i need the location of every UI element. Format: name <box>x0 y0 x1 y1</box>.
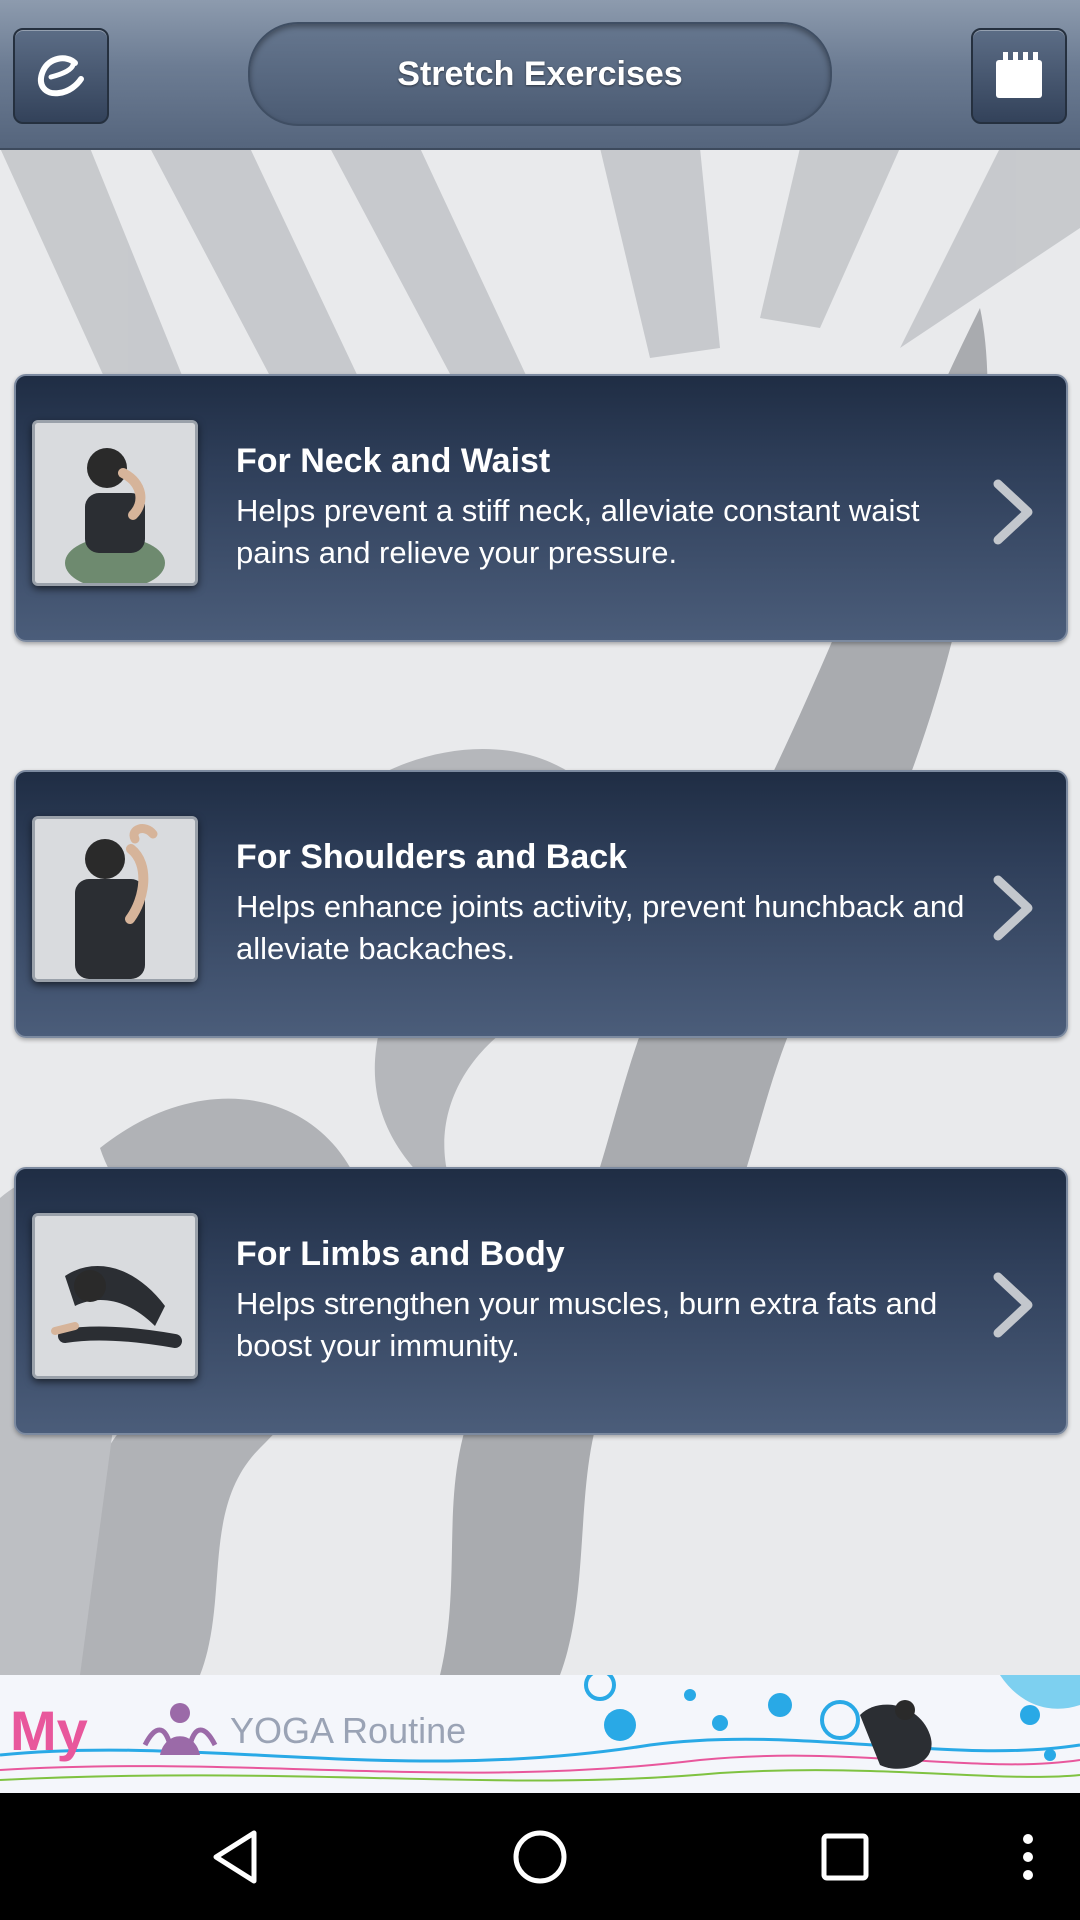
exercise-title: For Limbs and Body <box>236 1235 565 1273</box>
exercise-title: For Shoulders and Back <box>236 838 628 876</box>
page-title: Stretch Exercises <box>397 54 683 93</box>
exercise-title: For Neck and Waist <box>236 442 551 480</box>
exercise-description: Helps enhance joints activity, prevent h… <box>236 889 965 966</box>
exercise-description: Helps prevent a stiff neck, alleviate co… <box>236 493 920 570</box>
top-bar: Stretch Exercises <box>0 0 1080 150</box>
back-icon <box>213 1830 257 1883</box>
ad-banner[interactable]: My YOGA Routine <box>0 1675 1080 1793</box>
ad-text-my: My <box>10 1699 88 1762</box>
system-nav-bar <box>0 1793 1080 1920</box>
exercise-card-neck-waist[interactable]: For Neck and Waist Helps prevent a stiff… <box>14 374 1068 642</box>
home-icon <box>513 1830 567 1883</box>
exercise-description: Helps strengthen your muscles, burn extr… <box>236 1286 938 1363</box>
chevron-right-icon <box>993 1272 1033 1338</box>
exercise-thumbnail <box>32 1213 198 1379</box>
nav-home-button[interactable] <box>505 1793 575 1920</box>
chevron-right-icon <box>993 875 1033 941</box>
exercise-thumbnail <box>32 816 198 982</box>
page-title-pill: Stretch Exercises <box>248 22 832 126</box>
exercise-thumbnail <box>32 420 198 586</box>
calendar-icon <box>996 52 1042 98</box>
exercise-card-limbs-body[interactable]: For Limbs and Body Helps strengthen your… <box>14 1167 1068 1435</box>
recents-icon <box>821 1833 869 1880</box>
calendar-button[interactable] <box>971 28 1067 124</box>
nav-recents-button[interactable] <box>810 1793 880 1920</box>
nav-back-button[interactable] <box>200 1793 270 1920</box>
exercise-card-shoulders-back[interactable]: For Shoulders and Back Helps enhance joi… <box>14 770 1068 1038</box>
refresh-e-icon <box>38 55 84 97</box>
ad-text-routine: YOGA Routine <box>230 1710 466 1751</box>
refresh-button[interactable] <box>13 28 109 124</box>
chevron-right-icon <box>993 479 1033 545</box>
nav-more-button[interactable] <box>1000 1793 1056 1920</box>
more-icon <box>1023 1833 1033 1880</box>
